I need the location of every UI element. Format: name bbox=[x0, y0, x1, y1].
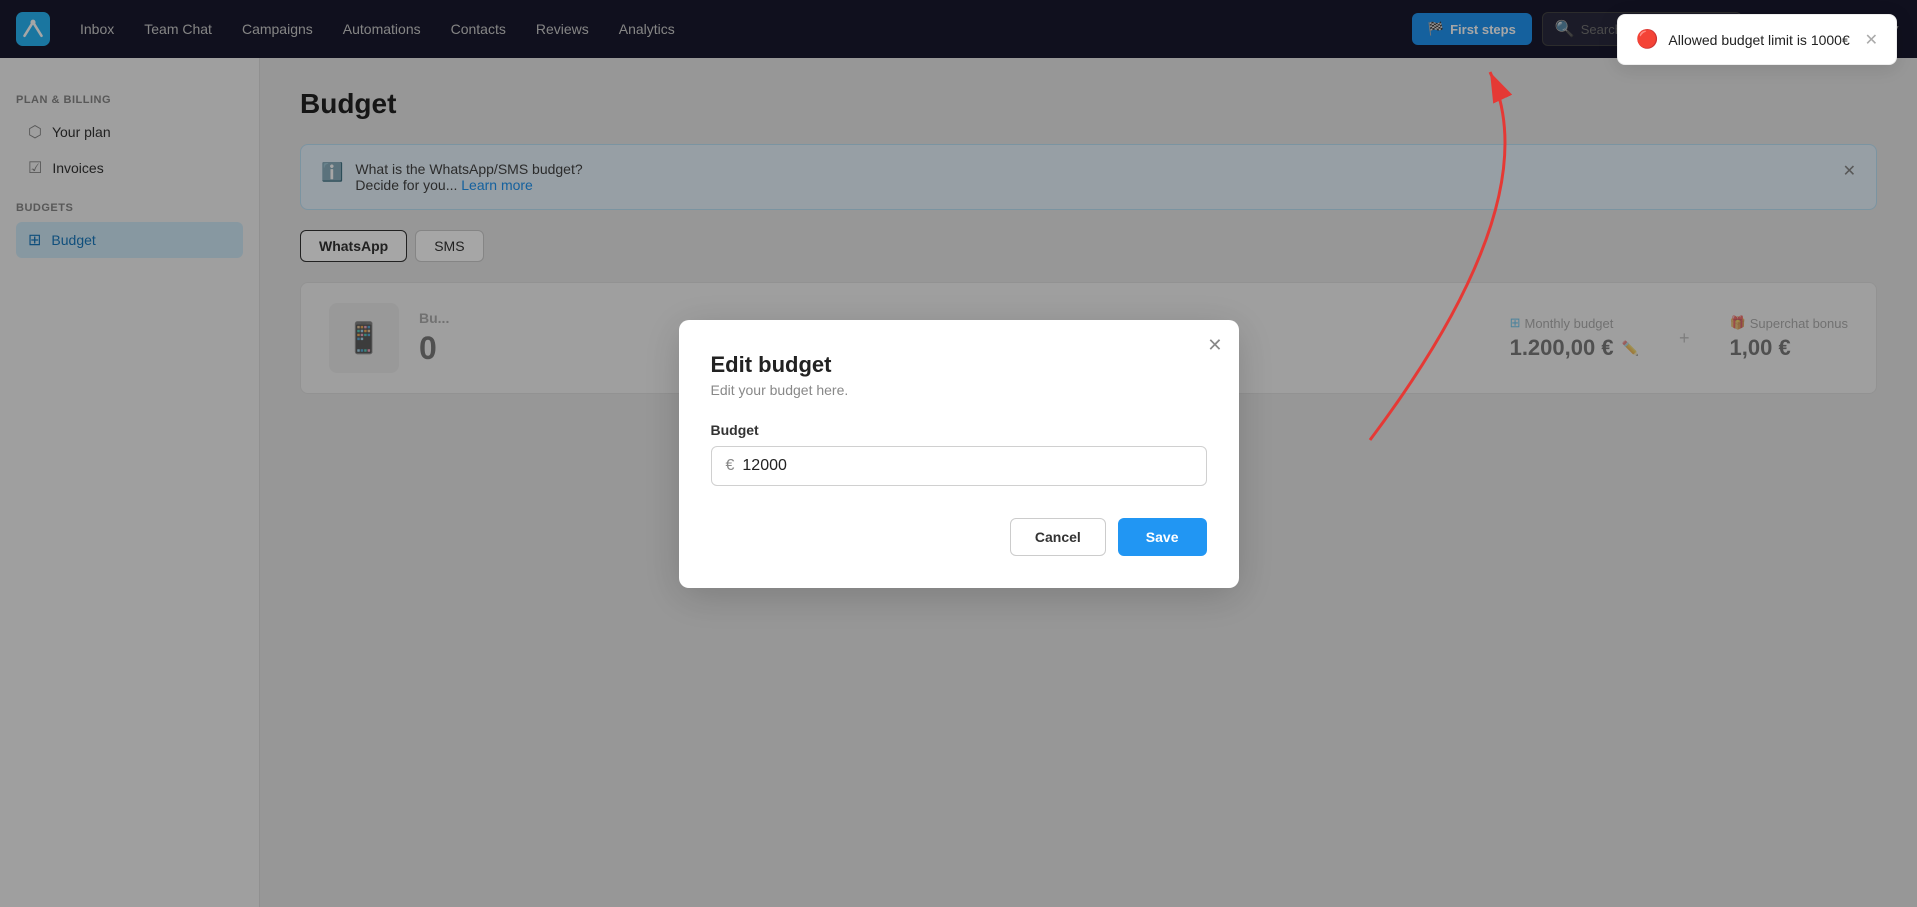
modal-subtitle: Edit your budget here. bbox=[711, 382, 1207, 398]
modal-title: Edit budget bbox=[711, 352, 1207, 378]
budget-field-label: Budget bbox=[711, 422, 1207, 438]
modal-overlay[interactable]: ✕ Edit budget Edit your budget here. Bud… bbox=[0, 0, 1917, 907]
error-toast: 🔴 Allowed budget limit is 1000€ ✕ bbox=[1617, 14, 1897, 65]
cancel-button[interactable]: Cancel bbox=[1010, 518, 1106, 556]
edit-budget-modal: ✕ Edit budget Edit your budget here. Bud… bbox=[679, 320, 1239, 588]
toast-close-button[interactable]: ✕ bbox=[1865, 30, 1878, 50]
modal-actions: Cancel Save bbox=[711, 518, 1207, 556]
save-button[interactable]: Save bbox=[1118, 518, 1207, 556]
toast-message: Allowed budget limit is 1000€ bbox=[1668, 32, 1854, 48]
toast-error-icon: 🔴 bbox=[1636, 29, 1658, 50]
budget-input-wrap: € bbox=[711, 446, 1207, 486]
budget-input-field[interactable] bbox=[742, 457, 1191, 475]
euro-sign: € bbox=[726, 457, 735, 475]
modal-close-button[interactable]: ✕ bbox=[1207, 336, 1222, 354]
